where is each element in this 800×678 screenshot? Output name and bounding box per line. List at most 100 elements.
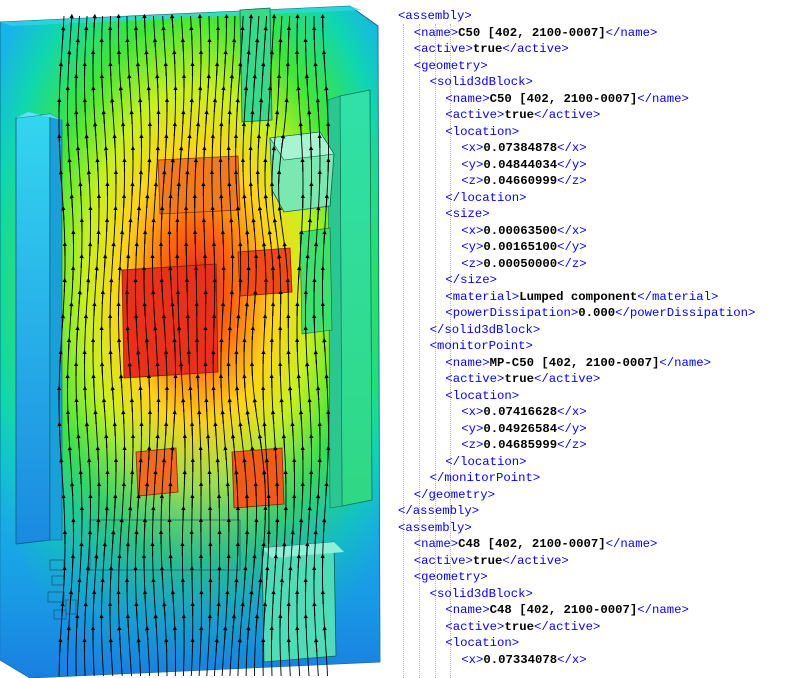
xml-line[interactable]: <name>MP-C50 [402, 2100-0007]</name> [392,355,755,372]
flow-arrow [80,184,81,196]
xml-line[interactable]: <active>true</active> [392,553,755,570]
xml-line[interactable]: <geometry> [392,58,755,75]
flow-arrow [136,604,137,616]
flow-arrow [149,448,150,460]
flow-arrow [271,52,272,64]
flow-arrow [144,16,145,28]
xml-line[interactable]: <active>true</active> [392,371,755,388]
flow-arrow [119,628,120,640]
xml-line[interactable]: <name>C50 [402, 2100-0007]</name> [392,25,755,42]
flow-arrow [60,640,61,652]
flow-arrow [221,196,222,208]
xml-line[interactable]: </assembly> [392,503,755,520]
xml-line[interactable]: </geometry> [392,487,755,504]
flow-arrow [318,388,319,400]
flow-arrow [166,640,167,652]
flow-arrow [68,628,69,640]
xml-line[interactable]: <solid3dBlock> [392,586,755,603]
flow-arrow [110,64,111,76]
xml-open-tag: <powerDissipation> [445,306,578,320]
flow-arrow [94,16,95,28]
flow-arrow [281,580,282,592]
xml-line[interactable]: <material>Lumped component</material> [392,289,755,306]
xml-line[interactable]: <name>C48 [402, 2100-0007]</name> [392,602,755,619]
flow-arrow [153,292,154,304]
flow-arrow [127,40,128,52]
xml-value: true [504,620,534,634]
xml-line[interactable]: </location> [392,454,755,471]
xml-value: 0.07416628 [483,405,557,419]
flow-arrow [106,148,107,160]
flow-arrow [73,556,74,568]
flow-arrow [326,484,327,496]
xml-line[interactable]: <x>0.07416628</x> [392,404,755,421]
xml-open-tag: <assembly> [398,9,472,23]
flow-arrow [181,364,182,376]
xml-line[interactable]: <location> [392,635,755,652]
xml-line[interactable]: <geometry> [392,569,755,586]
flow-arrow [77,616,78,628]
flow-arrow [63,208,64,220]
xml-line[interactable]: <active>true</active> [392,107,755,124]
thermal-simulation-view[interactable] [0,0,392,678]
xml-line[interactable]: <monitorPoint> [392,338,755,355]
xml-line[interactable]: <name>C48 [402, 2100-0007]</name> [392,536,755,553]
xml-line[interactable]: </size> [392,272,755,289]
xml-line[interactable]: <name>C50 [402, 2100-0007]</name> [392,91,755,108]
xml-line[interactable]: <size> [392,206,755,223]
xml-close-tag: </x> [557,405,587,419]
xml-open-tag: <name> [445,92,489,106]
xml-line[interactable]: </solid3dBlock> [392,322,755,339]
flow-arrow [157,76,158,88]
flow-arrow [153,508,154,520]
xml-close-tag: </material> [637,290,718,304]
xml-line[interactable]: </monitorPoint> [392,470,755,487]
xml-close-tag: </z> [557,257,587,271]
xml-line[interactable]: <y>0.00165100</y> [392,239,755,256]
xml-line[interactable]: <x>0.07334078</x> [392,652,755,669]
flow-arrow [136,244,137,256]
xml-line[interactable]: <z>0.04660999</z> [392,173,755,190]
flow-arrow [123,124,124,136]
xml-line[interactable]: <z>0.04685999</z> [392,437,755,454]
flow-arrow [217,64,218,76]
flow-arrow [107,220,108,232]
xml-line[interactable]: <location> [392,124,755,141]
flow-arrow [85,604,86,616]
flow-arrow [275,448,276,460]
flow-arrow [251,184,252,196]
xml-close-tag: </x> [557,141,587,155]
xml-line[interactable]: <assembly> [392,8,755,25]
xml-line[interactable]: <x>0.07384878</x> [392,140,755,157]
flow-arrow [244,124,245,136]
xml-line[interactable]: </location> [392,190,755,207]
xml-line[interactable]: <y>0.04926584</y> [392,421,755,438]
flow-arrow [153,220,154,232]
flow-arrow [123,484,124,496]
xml-value: 0.04685999 [483,438,557,452]
xml-line[interactable]: <x>0.00063500</x> [392,223,755,240]
xml-line[interactable]: <active>true</active> [392,619,755,636]
xml-line[interactable]: <assembly> [392,520,755,537]
flow-arrow [179,328,180,340]
xml-line[interactable]: <y>0.04844034</y> [392,157,755,174]
xml-line[interactable]: <active>true</active> [392,41,755,58]
flow-arrow [252,328,253,340]
xml-line[interactable]: <solid3dBlock> [392,74,755,91]
flow-arrow [140,100,141,112]
xml-line[interactable]: <z>0.00050000</z> [392,256,755,273]
xml-value: 0.04844034 [483,158,557,172]
xml-line[interactable]: <location> [392,388,755,405]
xml-close-tag: </active> [502,42,568,56]
flow-arrow [90,244,91,256]
xml-close-tag: </name> [606,26,658,40]
flow-arrow [229,328,230,340]
flow-arrow [174,52,175,64]
xml-line[interactable]: <powerDissipation>0.000</powerDissipatio… [392,305,755,322]
flow-arrow [279,172,280,184]
xml-editor-pane[interactable]: <assembly> <name>C50 [402, 2100-0007]</na… [392,0,800,678]
flow-arrow [81,544,82,556]
flow-arrow [191,100,192,112]
flow-arrow [178,184,179,196]
flow-arrow [157,436,158,448]
